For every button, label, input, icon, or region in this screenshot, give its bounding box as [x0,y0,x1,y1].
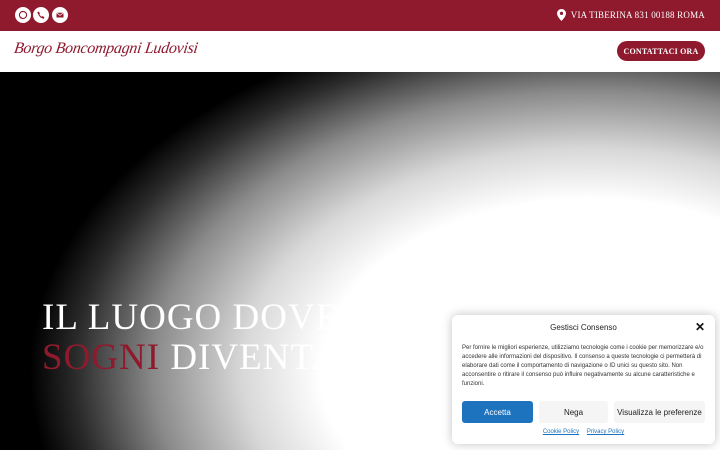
site-header: Borgo Boncompagni Ludovisi CONTATTACI OR… [0,31,720,73]
consent-links: Cookie Policy Privacy Policy [452,429,715,435]
hero-headline-line2: SOGNI DIVENTANO RE [42,336,454,379]
close-icon[interactable]: ✕ [695,321,705,333]
address-text: VIA TIBERINA 831 00188 ROMA [570,10,705,20]
location-pin-icon [556,9,566,21]
whatsapp-icon[interactable] [15,7,31,23]
site-logo[interactable]: Borgo Boncompagni Ludovisi [13,40,199,58]
address[interactable]: VIA TIBERINA 831 00188 ROMA [556,9,705,21]
cookie-policy-link[interactable]: Cookie Policy [543,429,579,435]
cookie-consent-dialog: Gestisci Consenso ✕ Per fornire le migli… [452,315,715,444]
mail-icon[interactable] [52,7,68,23]
deny-button[interactable]: Nega [539,401,608,423]
view-preferences-button[interactable]: Visualizza le preferenze [614,401,705,423]
phone-icon[interactable] [33,7,49,23]
privacy-policy-link[interactable]: Privacy Policy [587,429,624,435]
top-bar: VIA TIBERINA 831 00188 ROMA [0,0,720,31]
accept-button[interactable]: Accetta [462,401,533,423]
consent-title: Gestisci Consenso [550,323,617,332]
hero-accent-word: SOGNI [42,337,161,378]
hero-headline-rest: DIVENTANO RE [160,337,454,378]
contact-now-button[interactable]: CONTATTACI ORA [617,41,705,61]
consent-body: Per fornire le migliori esperienze, util… [462,345,704,387]
hero-headline-line1: IL LUOGO DOVE I TUOI [42,297,465,338]
